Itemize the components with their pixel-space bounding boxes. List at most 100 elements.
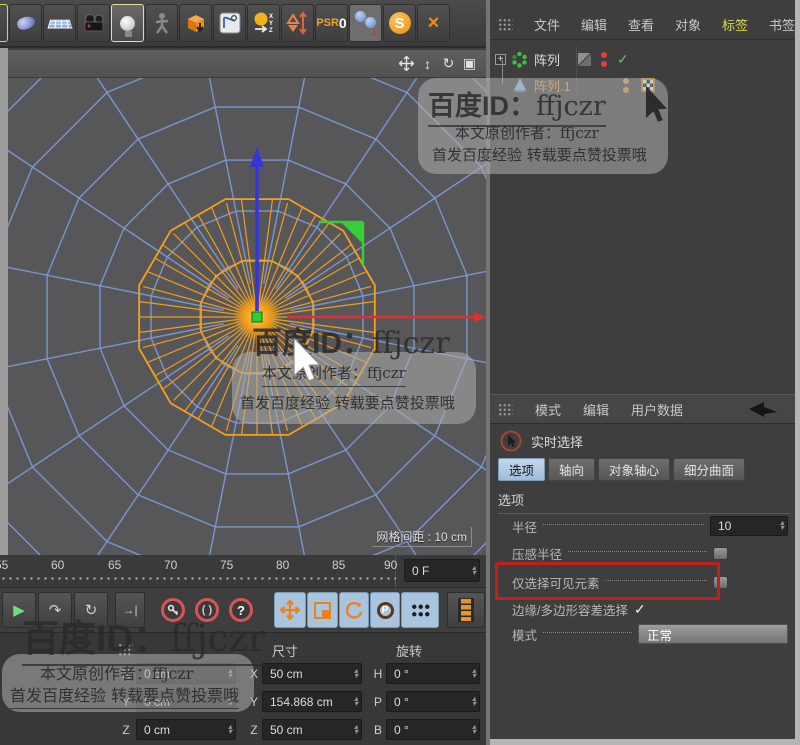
tab-subdivision[interactable]: 细分曲面 bbox=[673, 458, 746, 481]
frame-stepper[interactable]: ▴ ▾ bbox=[469, 563, 479, 576]
radius-field[interactable]: 10 ▴ ▾ bbox=[710, 516, 788, 536]
record-options-button[interactable]: ( ) bbox=[190, 592, 224, 628]
move-tool-icon bbox=[280, 600, 300, 620]
editor-visibility-dot[interactable] bbox=[601, 51, 608, 58]
svg-text:Z: Z bbox=[269, 28, 273, 34]
rotation-h-field[interactable]: 0 ° ▴ ▾ bbox=[386, 663, 480, 684]
menu-edit[interactable]: 编辑 bbox=[583, 400, 609, 419]
cube-deformer-icon[interactable] bbox=[179, 4, 212, 42]
object-row-array[interactable]: + 阵列 ✓ bbox=[490, 48, 795, 70]
psr-zero-text: 0 bbox=[338, 15, 347, 31]
current-frame-field[interactable]: 0 F ▴ ▾ bbox=[404, 559, 480, 582]
viewport-3d[interactable]: 网格间距 : 10 cm bbox=[8, 78, 486, 555]
enabled-check-icon[interactable]: ✓ bbox=[617, 51, 629, 68]
rotate-tool-button[interactable] bbox=[339, 592, 369, 628]
axis-arrows-icon[interactable] bbox=[281, 4, 314, 42]
rotation-b-field[interactable]: 0 ° ▴ ▾ bbox=[386, 719, 480, 740]
menu-edit[interactable]: 编辑 bbox=[581, 15, 607, 34]
panel-grip[interactable] bbox=[498, 402, 513, 416]
film-strip-icon bbox=[458, 598, 474, 622]
rotation-p-field[interactable]: 0 ° ▴ ▾ bbox=[386, 691, 480, 712]
tool-title-row: 实时选择 bbox=[500, 430, 583, 452]
expand-cross-icon[interactable]: × bbox=[417, 4, 450, 42]
radius-stepper[interactable]: ▴ ▾ bbox=[777, 519, 787, 532]
coord-system-button[interactable]: P bbox=[370, 592, 400, 628]
tolerance-row: 边缘/多边形容差选择 ✓ bbox=[512, 599, 788, 619]
expand-icon[interactable]: + bbox=[495, 53, 506, 65]
size-y-field[interactable]: 154.868 cm ▴ ▾ bbox=[262, 691, 362, 712]
psr-reset-icon[interactable]: PSR 0 bbox=[315, 4, 348, 42]
character-icon[interactable] bbox=[145, 4, 178, 42]
help-button[interactable]: ? bbox=[224, 592, 258, 628]
tab-object-axis[interactable]: 对象轴心 bbox=[598, 458, 671, 481]
points-mode-button[interactable] bbox=[401, 592, 439, 628]
stepper-down-icon[interactable]: ▾ bbox=[472, 568, 476, 576]
scale-tool-button[interactable] bbox=[307, 592, 338, 628]
tolerance-check-icon[interactable]: ✓ bbox=[634, 601, 646, 618]
position-y-field[interactable]: 0 cm ▴ ▾ bbox=[136, 691, 236, 712]
camera-icon[interactable] bbox=[77, 4, 110, 42]
timeline-film-button[interactable] bbox=[447, 592, 485, 628]
size-z-field[interactable]: 50 cm ▴ ▾ bbox=[262, 719, 362, 740]
object-label[interactable]: 阵列 bbox=[534, 50, 560, 69]
spheres-drop-icon[interactable]: ↓ bbox=[349, 4, 382, 42]
axis-label: Y bbox=[249, 695, 258, 709]
editor-visibility-dot[interactable] bbox=[622, 77, 629, 84]
sketch-material-icon[interactable]: S bbox=[383, 4, 416, 42]
menu-object[interactable]: 对象 bbox=[675, 15, 701, 34]
visibility-dots[interactable] bbox=[622, 77, 629, 93]
record-key-button[interactable] bbox=[156, 592, 190, 628]
live-selection-icon bbox=[500, 430, 522, 452]
panel-grip[interactable] bbox=[118, 643, 133, 656]
light-icon[interactable] bbox=[111, 4, 144, 42]
maximize-glyph: ▣ bbox=[462, 55, 477, 71]
viewport-zoom-icon[interactable]: ↕ bbox=[417, 54, 438, 74]
spline-path-icon[interactable] bbox=[213, 4, 246, 42]
render-visibility-dot[interactable] bbox=[601, 60, 608, 67]
menu-tags[interactable]: 标签 bbox=[722, 15, 748, 34]
object-label[interactable]: 阵列.1 bbox=[534, 76, 571, 95]
viewport-pan-icon[interactable] bbox=[396, 54, 417, 74]
timeline: 55 60 65 70 75 80 85 90 0 F ▴▾ bbox=[0, 555, 486, 588]
play-button[interactable]: ▶ bbox=[2, 592, 36, 628]
wireframe-scene bbox=[8, 78, 486, 555]
menu-view[interactable]: 查看 bbox=[628, 15, 654, 34]
move-tool-button[interactable] bbox=[274, 592, 306, 628]
ruler-ticks bbox=[0, 575, 396, 582]
loop-button[interactable]: ↻ bbox=[74, 592, 108, 628]
menu-mode[interactable]: 模式 bbox=[535, 400, 561, 419]
bean-shape bbox=[15, 14, 36, 32]
size-x-field[interactable]: 50 cm ▴ ▾ bbox=[262, 663, 362, 684]
mode-dropdown[interactable]: 正常 bbox=[638, 624, 788, 644]
render-visibility-dot[interactable] bbox=[622, 86, 629, 93]
position-x-field[interactable]: 0 cm ▴ ▾ bbox=[136, 663, 236, 684]
attribute-tabs: 选项 轴向 对象轴心 细分曲面 bbox=[498, 458, 746, 481]
field-value: 0 cm bbox=[144, 722, 171, 737]
phong-shading-icon[interactable] bbox=[9, 4, 42, 42]
xyz-axis-icon[interactable]: X Y Z bbox=[247, 4, 280, 42]
texture-tag-icon[interactable] bbox=[640, 78, 655, 92]
floor-grid-icon[interactable] bbox=[43, 4, 76, 42]
timeline-ruler[interactable]: 55 60 65 70 75 80 85 90 bbox=[0, 555, 397, 588]
menu-file[interactable]: 文件 bbox=[534, 15, 560, 34]
position-z-field[interactable]: 0 cm ▴ ▾ bbox=[136, 719, 236, 740]
visibility-dots[interactable] bbox=[601, 51, 608, 67]
panel-grip[interactable] bbox=[498, 18, 513, 31]
cube-glyph bbox=[187, 15, 204, 33]
menu-userdata[interactable]: 用户数据 bbox=[631, 400, 683, 419]
zoom-glyph: ↕ bbox=[424, 55, 431, 72]
tab-options[interactable]: 选项 bbox=[498, 458, 546, 481]
viewport-toggle-icon[interactable]: ▣ bbox=[459, 54, 480, 74]
layer-swatch[interactable] bbox=[578, 52, 592, 66]
next-frame-button[interactable]: ↷ bbox=[38, 592, 72, 628]
options-section-header[interactable]: 选项 bbox=[498, 490, 790, 514]
clipped-icon[interactable] bbox=[0, 4, 8, 42]
history-arrow-icon[interactable] bbox=[747, 401, 779, 418]
goto-end-button[interactable]: →| bbox=[115, 592, 145, 628]
tab-axis[interactable]: 轴向 bbox=[548, 458, 596, 481]
menu-bookmarks[interactable]: 书签 bbox=[769, 15, 795, 34]
object-row-array-child[interactable]: 阵列.1 bbox=[490, 74, 795, 96]
viewport-rotate-icon[interactable]: ↻ bbox=[438, 54, 459, 74]
pressure-checkbox[interactable] bbox=[713, 546, 728, 560]
object-manager-menubar: 文件 编辑 查看 对象 标签 书签 bbox=[490, 10, 795, 40]
